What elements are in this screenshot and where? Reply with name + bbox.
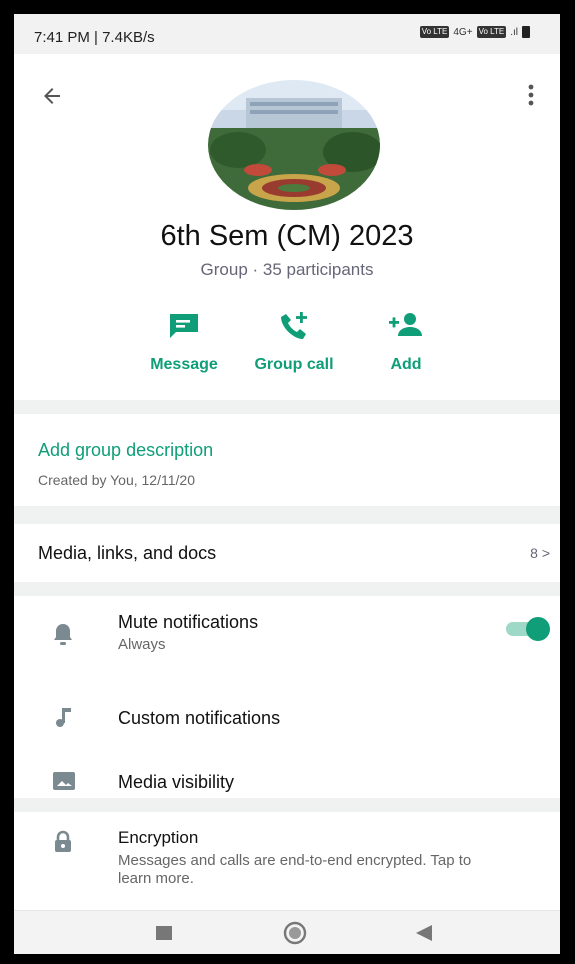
encryption-row[interactable]: Encryption Messages and calls are end-to… — [14, 812, 560, 908]
settings-section: Mute notifications Always Custom notific… — [14, 596, 560, 798]
more-vert-icon[interactable] — [528, 84, 534, 111]
custom-notifications-row[interactable]: Custom notifications — [14, 668, 560, 732]
encryption-sub: Messages and calls are end-to-end encryp… — [118, 852, 472, 887]
phone-screen: 7:41 PM | 7.4KB/s Vo LTE 4G+ Vo LTE .ıl — [14, 14, 560, 954]
signal-icon: .ıl — [510, 26, 518, 38]
message-button[interactable]: Message — [134, 310, 234, 374]
section-divider — [14, 400, 560, 414]
encryption-label: Encryption — [118, 828, 199, 847]
section-divider — [14, 798, 560, 812]
action-bar: Message Group call Add — [14, 310, 560, 380]
media-visibility-row[interactable]: Media visibility — [14, 732, 560, 798]
group-call-label: Group call — [254, 356, 334, 373]
home-icon[interactable] — [282, 921, 308, 950]
mute-label: Mute notifications — [118, 612, 259, 632]
add-label: Add — [390, 356, 422, 373]
image-icon — [52, 770, 76, 797]
arrow-left-icon[interactable] — [40, 84, 64, 113]
back-triangle-icon[interactable] — [416, 925, 432, 946]
mute-notifications-row[interactable]: Mute notifications Always — [14, 596, 560, 668]
group-call-icon — [244, 310, 344, 340]
add-participant-button[interactable]: Add — [356, 310, 456, 374]
add-person-icon — [356, 310, 456, 340]
created-info: Created by You, 12/11/20 — [38, 472, 195, 488]
group-name: 6th Sem (CM) 2023 — [160, 220, 414, 252]
group-subtitle: Group · 35 participants — [200, 260, 374, 279]
status-time: 7:41 PM | 7.4KB/s — [34, 29, 155, 46]
media-label: Media, links, and docs — [38, 543, 217, 563]
custom-notifications-label: Custom notifications — [118, 708, 281, 728]
status-icons: Vo LTE 4G+ Vo LTE .ıl — [419, 26, 530, 38]
message-icon — [134, 310, 234, 340]
4g-signal-icon: 4G+ — [453, 26, 473, 38]
media-links-docs-row[interactable]: Media, links, and docs 8 > — [14, 524, 560, 582]
group-avatar[interactable] — [208, 80, 380, 210]
status-bar: 7:41 PM | 7.4KB/s Vo LTE 4G+ Vo LTE .ıl — [14, 14, 560, 54]
mute-toggle[interactable] — [504, 616, 550, 641]
description-section: Add group description Created by You, 12… — [14, 414, 560, 506]
message-label: Message — [150, 356, 218, 373]
section-divider — [14, 582, 560, 596]
group-header: 6th Sem (CM) 2023 Group · 35 participant… — [14, 54, 560, 400]
section-divider — [14, 506, 560, 524]
bell-icon — [52, 622, 74, 651]
music-note-icon — [52, 706, 74, 733]
volte-icon: Vo LTE — [419, 26, 450, 38]
volte-icon: Vo LTE — [476, 26, 507, 38]
recents-icon[interactable] — [156, 926, 172, 945]
group-call-button[interactable]: Group call — [244, 310, 344, 374]
add-description-link[interactable]: Add group description — [38, 440, 213, 461]
mute-sub: Always — [118, 636, 166, 653]
toggle-knob — [526, 617, 550, 641]
media-visibility-label: Media visibility — [118, 772, 235, 792]
media-count: 8 > — [530, 545, 550, 561]
battery-icon — [522, 26, 530, 38]
lock-icon — [52, 830, 74, 859]
system-nav-bar — [14, 910, 560, 954]
